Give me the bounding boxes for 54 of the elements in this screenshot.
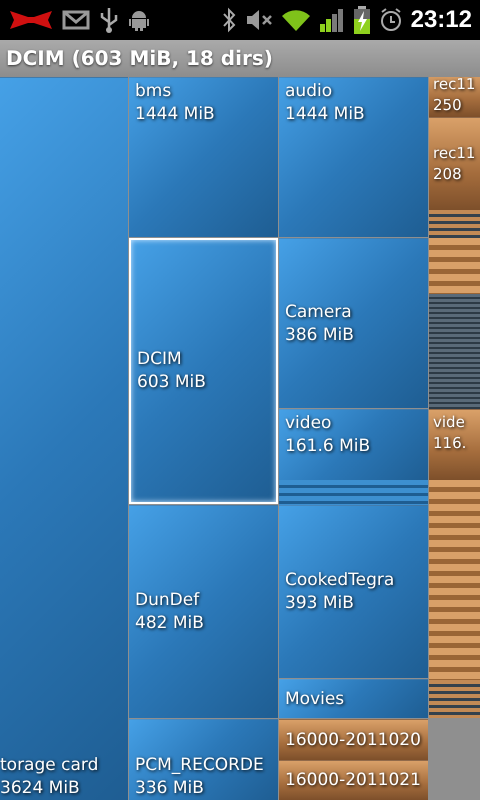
tile-size: 482 MiB bbox=[135, 612, 205, 635]
folder-tile[interactable]: bms 1444 MiB bbox=[129, 77, 278, 237]
clock-time: 23:12 bbox=[410, 5, 472, 35]
tile-size: 208 bbox=[433, 164, 463, 185]
tile-size: 1444 MiB bbox=[135, 103, 216, 126]
tile-name: video bbox=[285, 412, 332, 435]
mute-icon bbox=[244, 9, 273, 31]
tile-name: 16000-2011020 bbox=[285, 728, 422, 752]
wifi-icon bbox=[280, 8, 311, 32]
folder-tile[interactable]: DunDef 482 MiB bbox=[129, 505, 278, 718]
alarm-icon bbox=[378, 7, 403, 33]
tile-size: 1444 MiB bbox=[285, 103, 366, 126]
folder-tile[interactable]: torage card 3624 MiB bbox=[0, 77, 128, 800]
folder-tile[interactable]: DCIM 603 MiB bbox=[129, 238, 278, 504]
tile-name: CookedTegra bbox=[285, 569, 396, 592]
bluetooth-icon bbox=[220, 7, 237, 33]
mail-icon bbox=[62, 10, 90, 30]
tile-size: 336 MiB bbox=[135, 777, 205, 800]
battery-charging-icon bbox=[352, 6, 371, 34]
file-tile[interactable]: vide 116. bbox=[429, 409, 480, 480]
tile-name: 16000-2011021 bbox=[285, 769, 422, 792]
file-tile[interactable]: rec11 250 bbox=[429, 77, 480, 117]
tile-name: bms bbox=[135, 80, 172, 103]
tile-name: Movies bbox=[285, 688, 346, 710]
tile-size: 116. bbox=[433, 433, 468, 454]
file-tile[interactable]: 16000-2011020 bbox=[279, 719, 428, 760]
file-tile[interactable]: rec11 208 bbox=[429, 117, 480, 210]
tile-name: PCM_RECORDE bbox=[135, 754, 265, 777]
tile-name: vide bbox=[433, 412, 466, 433]
tile-name: DunDef bbox=[135, 589, 200, 612]
tile-name: torage card bbox=[0, 754, 100, 777]
folder-tile[interactable]: Camera 386 MiB bbox=[279, 238, 428, 408]
tile-name: audio bbox=[285, 80, 334, 103]
signal-icon bbox=[318, 8, 345, 32]
tile-name: rec11 bbox=[433, 143, 476, 164]
tile-size: 386 MiB bbox=[285, 324, 355, 346]
tile-size: 250 bbox=[433, 95, 463, 116]
tile-size: 603 MiB bbox=[137, 371, 207, 394]
tile-name: Camera bbox=[285, 300, 353, 324]
bow-tie-icon bbox=[8, 9, 54, 31]
usb-icon bbox=[98, 6, 120, 34]
folder-tile[interactable]: Movies bbox=[279, 679, 428, 718]
tile-size: 393 MiB bbox=[285, 592, 355, 615]
folder-tile[interactable]: CookedTegra 393 MiB bbox=[279, 505, 428, 678]
android-icon bbox=[128, 8, 150, 32]
folder-tile[interactable]: PCM_RECORDE 336 MiB bbox=[129, 719, 278, 800]
tile-name: rec11 bbox=[433, 77, 476, 95]
folder-tile[interactable]: audio 1444 MiB bbox=[279, 77, 428, 237]
tile-name: DCIM bbox=[137, 348, 183, 371]
screen-title: DCIM (603 MiB, 18 dirs) bbox=[0, 40, 480, 77]
folder-tile[interactable]: video 161.6 MiB bbox=[279, 409, 428, 480]
tile-size: 3624 MiB bbox=[0, 777, 81, 800]
file-tile[interactable]: 16000-2011021 bbox=[279, 760, 428, 800]
tile-size: 161.6 MiB bbox=[285, 435, 372, 458]
